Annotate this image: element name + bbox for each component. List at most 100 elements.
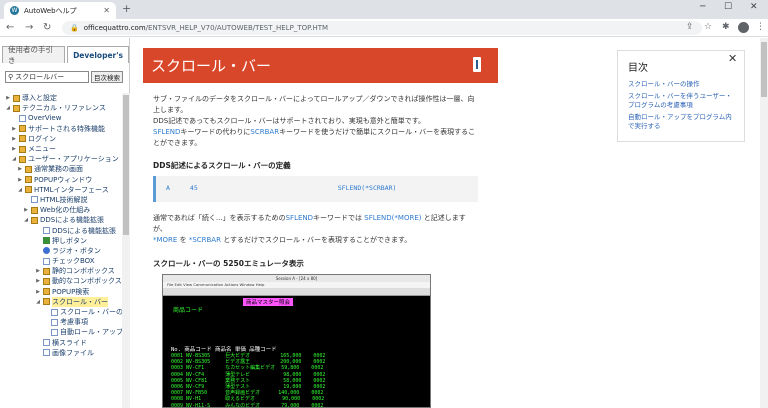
forward-icon[interactable]: → (25, 22, 33, 33)
expand-icon: ▶ (12, 146, 16, 153)
book-icon (25, 186, 32, 194)
code-a: A (166, 184, 170, 192)
search-icon: ⚲ (8, 73, 14, 81)
tree-item[interactable]: ▶ 導入と設定 (0, 93, 122, 103)
page-scrollbar[interactable] (760, 38, 768, 408)
toc-panel: 目次 スクロール・バーの操作 スクロール・バーを伴うユーザー・プログラムの考慮事… (617, 50, 745, 142)
emulator-table-rows: 0001 NV-BS305 巨大ビデオ 165,000 0002 0002 NV… (171, 353, 326, 408)
maximize-icon[interactable]: ☐ (724, 2, 732, 12)
intro-line-4: SFLENDキーワードの代わりにSCRBARキーワードを使うだけで簡単にスクロー… (153, 127, 475, 138)
bookmark-star-icon[interactable]: ☆ (704, 22, 712, 32)
toc-link[interactable]: スクロール・バーの操作 (628, 80, 734, 89)
tab-user-guide[interactable]: 使用者の手引き (2, 45, 66, 65)
scrollbar-icon (473, 57, 481, 72)
tree-item[interactable]: 考慮事項 (0, 317, 122, 327)
tree-item[interactable]: ◢ HTMLインターフェース (0, 185, 122, 195)
minimize-icon[interactable]: ─ (700, 2, 705, 12)
tree-item[interactable]: ▶ 通常業務の画面 (0, 164, 122, 174)
lock-icon: 🔒 (70, 24, 79, 32)
browser-tab[interactable]: W AutoWebヘルプ ✕ (4, 2, 116, 19)
tree-item[interactable]: ▶ POPUP検索 (0, 287, 122, 297)
intro-line-1: サブ・ファイルのデータをスクロール・バーによってロールアップ／ダウンできれば操作… (153, 95, 475, 103)
extensions-icon[interactable]: ✱ (722, 22, 730, 32)
book-icon (19, 135, 26, 143)
emulator-screenshot: Session A - [24 x 80] File Edit View Com… (162, 274, 431, 408)
tab-developers[interactable]: Developer's (67, 46, 129, 63)
keyword: SFLEND(*MORE) (364, 214, 422, 222)
expand-icon: ▶ (12, 125, 16, 132)
close-tab-icon[interactable]: ✕ (103, 6, 110, 15)
close-icon[interactable]: ✕ (728, 52, 737, 65)
code-keyword: SFLEND(*SCRBAR) (337, 184, 397, 192)
page-icon (51, 328, 58, 336)
tree-item[interactable]: ▶ ログイン (0, 134, 122, 144)
tree-item-selected[interactable]: ◢ スクロール・バー (0, 296, 122, 307)
back-icon[interactable]: ← (6, 22, 14, 33)
toc-title: 目次 (628, 63, 648, 74)
page-scroll-thumb[interactable] (761, 42, 767, 97)
tree-item[interactable]: スクロール・バーの (0, 307, 122, 317)
section-heading-dds: DDS記述によるスクロール・バーの定義 (153, 161, 291, 170)
tree-item[interactable]: ◢ DDSによる機能拡張 (0, 215, 122, 225)
tree-item[interactable]: ◢ ユーザー・アプリケーション (0, 154, 122, 164)
book-icon (13, 104, 20, 112)
emulator-highlight: 商品マスター照会 (243, 298, 294, 306)
tree-item[interactable]: 横スライド (0, 338, 122, 348)
tree-item[interactable]: DDSによる機能拡張 (0, 225, 122, 235)
collapse-icon: ◢ (36, 298, 40, 305)
book-icon (31, 216, 38, 224)
help-sidebar: 使用者の手引き Developer's ⚲ スクロールバー 目次検索 ▶ 導入と設… (0, 38, 130, 408)
expand-icon: ▶ (24, 207, 28, 214)
close-window-icon[interactable]: ✕ (750, 2, 758, 12)
emulator-toolbar (163, 288, 430, 296)
tree-item[interactable]: ▶ 静的コンボボックス (0, 266, 122, 276)
toc-link[interactable]: 自動ロール・アップをプログラム内で実行する (628, 113, 734, 131)
tree-item[interactable]: OverView (0, 113, 122, 123)
tree-item[interactable]: ▶ メニュー (0, 144, 122, 154)
tree-item[interactable]: 画像ファイル (0, 348, 122, 358)
sidebar-scrollbar[interactable] (122, 93, 130, 408)
reload-icon[interactable]: ↻ (43, 22, 51, 33)
tree-item[interactable]: チェックBOX (0, 256, 122, 266)
tree-item[interactable]: 自動ロール・アップ (0, 327, 122, 337)
share-icon[interactable]: ⇪ (686, 22, 694, 32)
browser-tab-bar: W AutoWebヘルプ ✕ + ─ ☐ ✕ (0, 0, 768, 19)
tree-item[interactable]: HTML技術解説 (0, 195, 122, 205)
emulator-screen: 商品マスター照会 商品コード No. 商品コード 商品名 単価 品種コード 00… (167, 298, 429, 408)
tree-item[interactable]: 押しボタン (0, 236, 122, 246)
intro-text: キーワードの代わりに (180, 128, 251, 136)
sidebar-scroll-thumb[interactable] (123, 95, 129, 235)
expand-icon: ▶ (18, 176, 22, 183)
expand-icon: ▶ (36, 278, 40, 285)
toc-search-button[interactable]: 目次検索 (91, 71, 123, 83)
url-path: /ENTSVR_HELP_V70/AUTOWEB/TEST_HELP_TOP.H… (145, 24, 329, 32)
profile-avatar[interactable] (738, 22, 749, 33)
intro-text: キーワードを使うだけで簡単にスクロール・バーを表現するこ (279, 128, 476, 136)
expand-icon: ▶ (6, 95, 10, 102)
toc-search-value: スクロールバー (15, 73, 65, 81)
tree-item[interactable]: ラジオ・ボタン (0, 246, 122, 256)
toc-tree: ▶ 導入と設定 ◢ テクニカル・リファレンス OverView ▶ サポートされる特殊… (0, 93, 122, 358)
expand-icon: ▶ (12, 135, 16, 142)
collapse-icon: ◢ (12, 156, 16, 163)
toc-link[interactable]: スクロール・バーを伴うユーザー・プログラムの考慮事項 (628, 92, 734, 110)
code-block: A 45 SFLEND(*SCRBAR) (153, 176, 478, 202)
page-icon (51, 318, 58, 326)
book-icon (19, 155, 26, 163)
page-icon (31, 196, 38, 204)
tree-item[interactable]: ▶ Web化の仕組み (0, 205, 122, 215)
tree-item[interactable]: ▶ 動的なコンボボックス (0, 276, 122, 286)
menu-dots-icon[interactable]: ⋮ (756, 22, 765, 32)
para-2: 通常であれば「続く...」を表示するためのSFLENDキーワードでは SFLEN… (153, 213, 466, 224)
url-bar[interactable]: 🔒 officequattro.com/ENTSVR_HELP_V70/AUTO… (62, 21, 702, 35)
new-tab-button[interactable]: + (122, 2, 131, 15)
page-icon (19, 114, 26, 122)
book-icon (19, 125, 26, 133)
tree-item[interactable]: ◢ テクニカル・リファレンス (0, 103, 122, 113)
toc-search-input[interactable]: ⚲ スクロールバー (5, 71, 89, 83)
tree-item[interactable]: ▶ POPUPウィンドウ (0, 175, 122, 185)
emulator-title: Session A - [24 x 80] (163, 275, 430, 282)
keyword: SFLEND (285, 214, 314, 222)
tree-item[interactable]: ▶ サポートされる特殊機能 (0, 124, 122, 134)
expand-icon: ▶ (36, 288, 40, 295)
